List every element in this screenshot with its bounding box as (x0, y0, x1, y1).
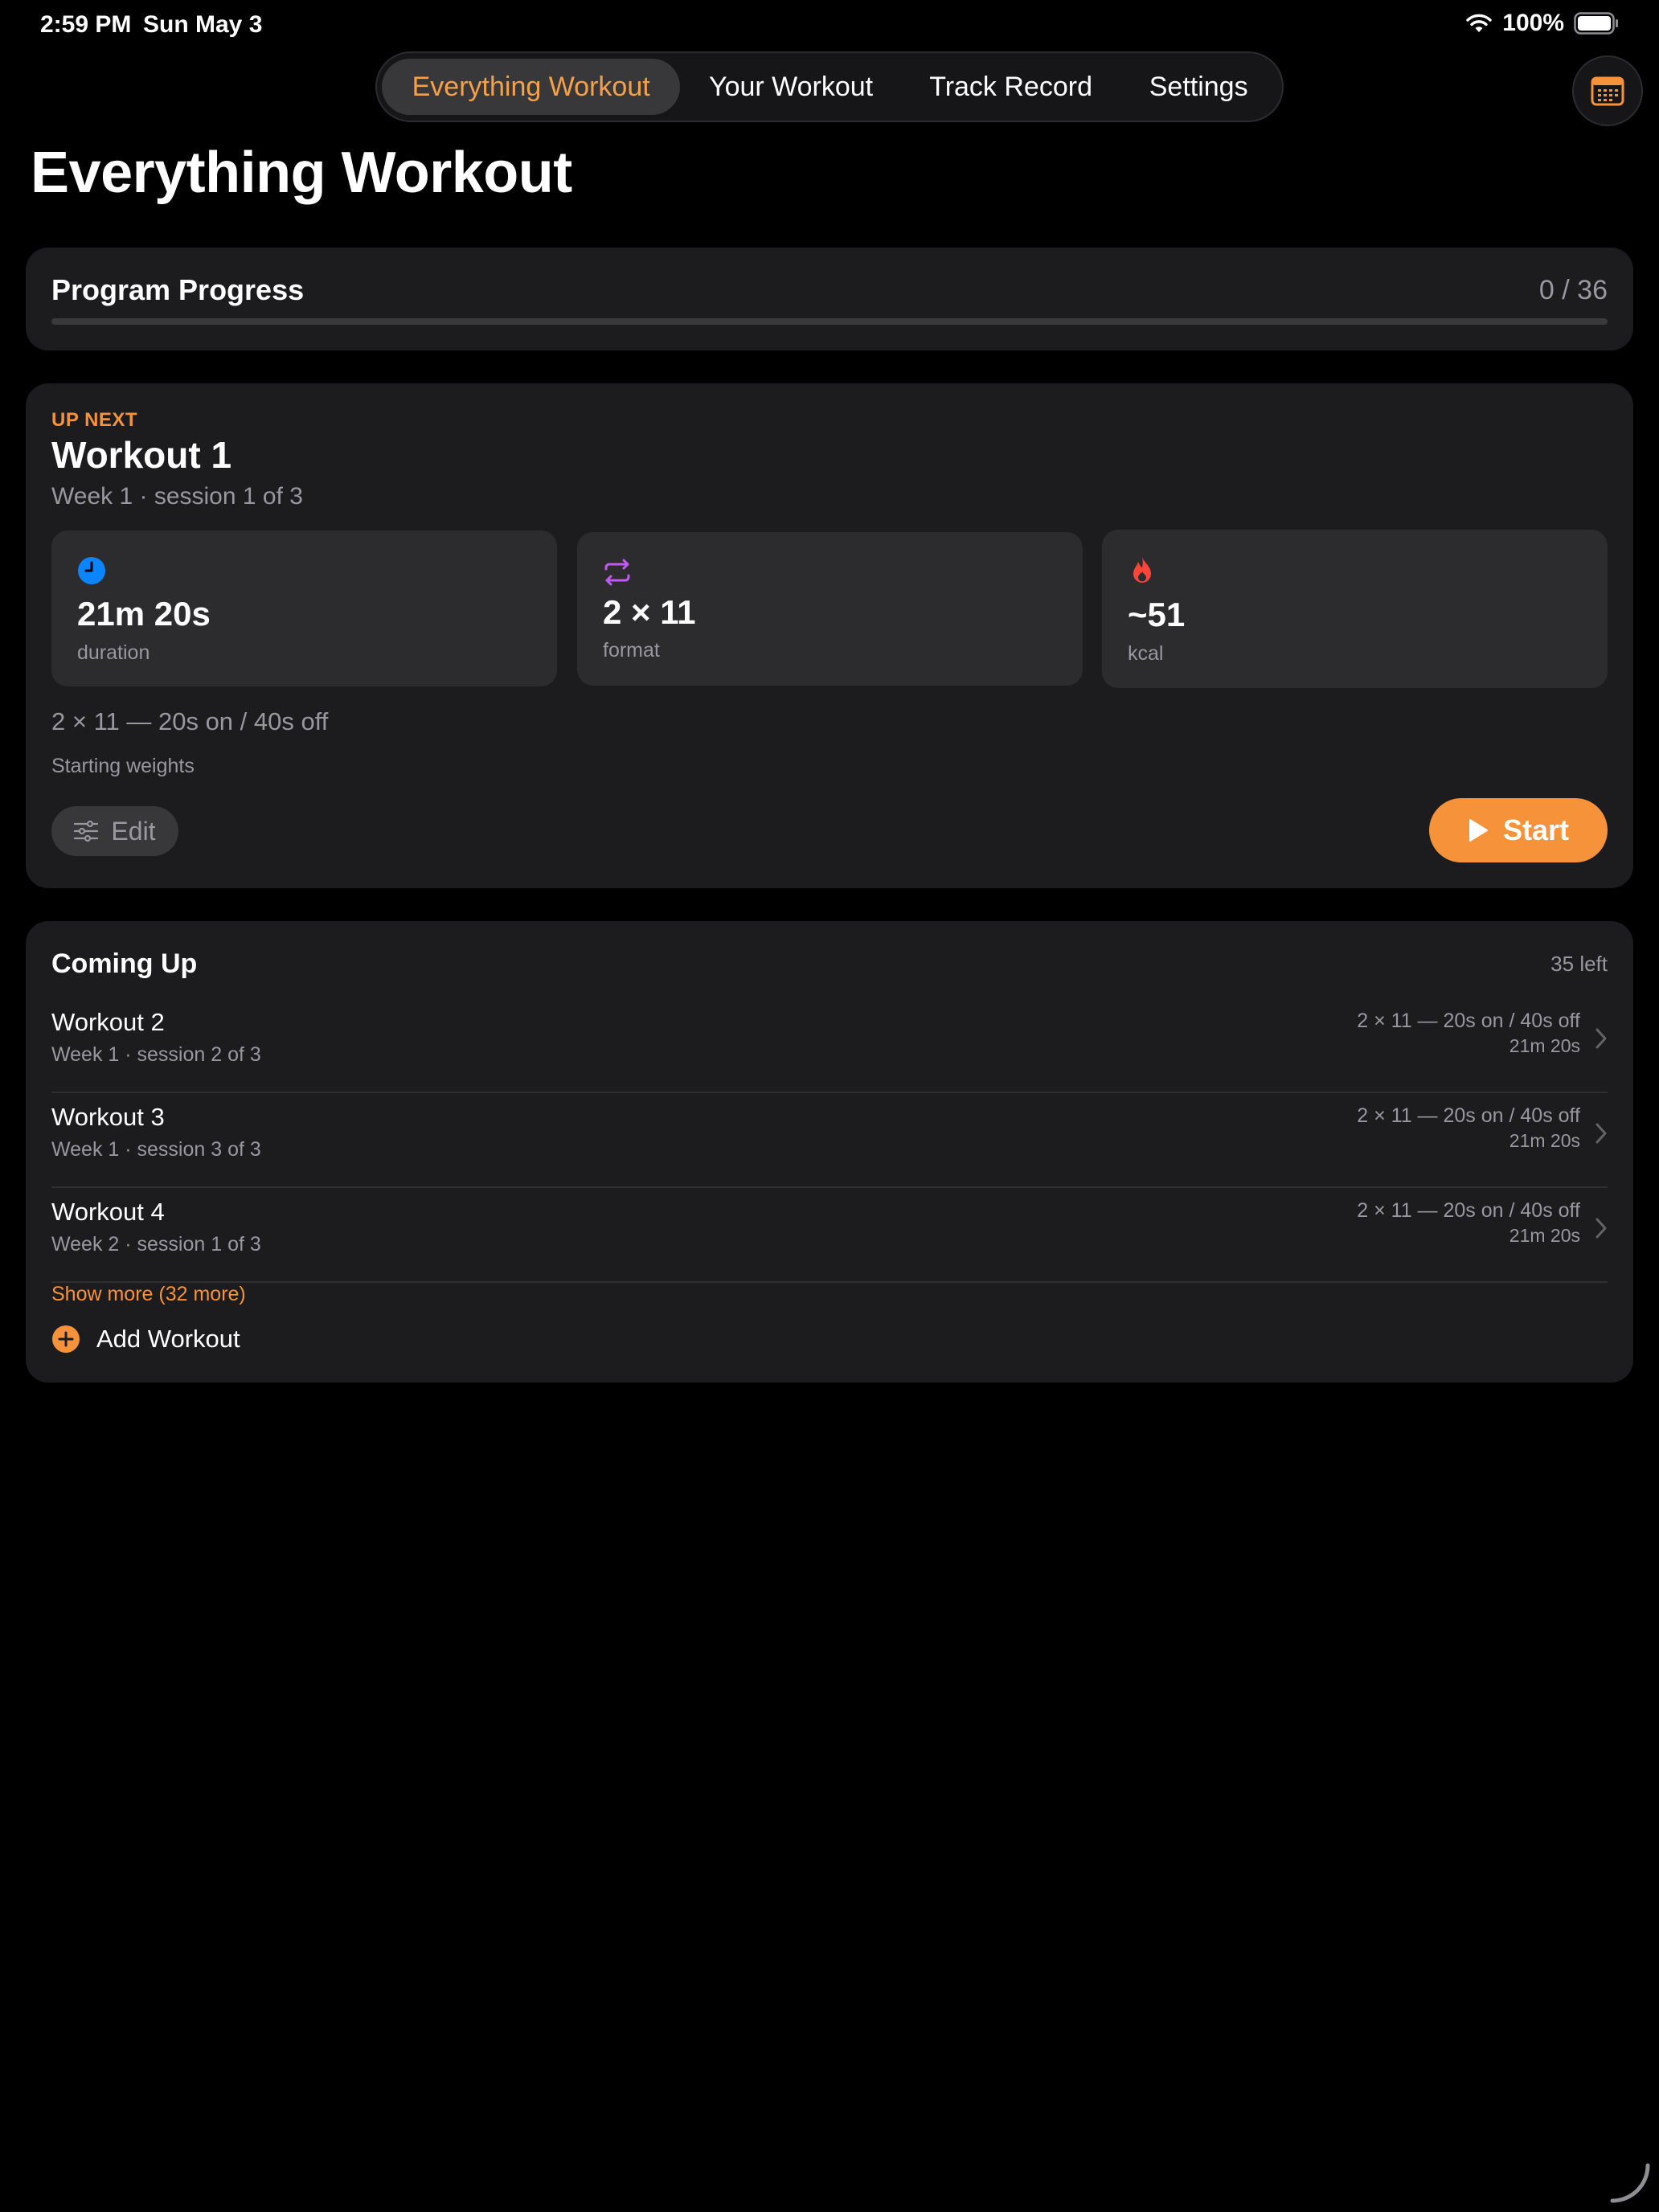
add-workout-button[interactable]: Add Workout (51, 1325, 240, 1354)
calendar-button[interactable] (1572, 55, 1643, 126)
kcal-stat-card: ~51 kcal (1102, 530, 1608, 688)
tab-everything-workout[interactable]: Everything Workout (382, 59, 681, 115)
calendar-icon (1591, 76, 1624, 106)
up-next-card: UP NEXT Workout 1 Week 1 · session 1 of … (26, 383, 1633, 888)
starting-weights-text: Starting weights (51, 755, 195, 777)
progress-bar (51, 318, 1608, 325)
battery-icon (1574, 12, 1618, 35)
add-workout-label: Add Workout (96, 1325, 240, 1353)
sliders-icon (74, 821, 99, 842)
up-next-subtitle: Week 1 · session 1 of 3 (51, 483, 303, 510)
row-divider (51, 1281, 1608, 1283)
start-button-label: Start (1502, 813, 1570, 846)
coming-up-card: Coming Up 35 left Workout 2 Week 1 · ses… (26, 921, 1633, 1382)
chevron-right-icon (1596, 1123, 1607, 1144)
workout-duration: 21m 20s (1509, 1130, 1580, 1151)
workout-session: Week 2 · session 1 of 3 (51, 1233, 261, 1256)
chevron-right-icon (1596, 1028, 1607, 1049)
clock-icon (78, 557, 105, 584)
format-label: format (603, 639, 660, 662)
status-right: 100% (1465, 10, 1619, 37)
status-date: Sun May 3 (143, 11, 263, 38)
workout-duration: 21m 20s (1509, 1225, 1580, 1246)
duration-stat-card: 21m 20s duration (51, 530, 557, 686)
resize-handle-icon (1610, 2163, 1650, 2203)
workout-name: Workout 4 (51, 1198, 165, 1226)
coming-up-remaining: 35 left (1550, 952, 1608, 976)
kcal-label: kcal (1128, 642, 1164, 665)
workout-session: Week 1 · session 3 of 3 (51, 1138, 261, 1161)
workout-name: Workout 2 (51, 1008, 165, 1036)
workout-format: 2 × 11 — 20s on / 40s off (1357, 1104, 1580, 1127)
program-progress-card: Program Progress 0 / 36 (26, 248, 1633, 350)
workout-session: Week 1 · session 2 of 3 (51, 1043, 261, 1066)
battery-percent: 100% (1502, 10, 1564, 36)
status-bar: 2:59 PM Sun May 3 100% (0, 0, 1659, 51)
format-value: 2 × 11 (603, 593, 696, 631)
play-icon (1469, 819, 1488, 842)
status-time: 2:59 PM (40, 11, 132, 38)
coming-up-title: Coming Up (51, 948, 198, 979)
tab-settings[interactable]: Settings (1120, 59, 1277, 115)
coming-up-row[interactable]: Workout 3 Week 1 · session 3 of 3 2 × 11… (51, 1093, 1608, 1188)
flame-icon (1133, 557, 1151, 583)
progress-label: Program Progress (51, 273, 305, 306)
wifi-icon (1466, 14, 1492, 32)
kcal-value: ~51 (1128, 596, 1186, 633)
workout-format: 2 × 11 — 20s on / 40s off (1357, 1199, 1580, 1222)
up-next-format: 2 × 11 — 20s on / 40s off (51, 707, 329, 735)
up-next-kicker: UP NEXT (51, 409, 138, 431)
up-next-title: Workout 1 (51, 434, 232, 476)
duration-value: 21m 20s (77, 595, 211, 633)
plus-circle-icon (52, 1325, 80, 1353)
workout-name: Workout 3 (51, 1103, 165, 1131)
coming-up-row[interactable]: Workout 4 Week 2 · session 1 of 3 2 × 11… (51, 1188, 1608, 1283)
format-stat-card: 2 × 11 format (577, 532, 1083, 686)
show-more-link[interactable]: Show more (32 more) (51, 1283, 246, 1306)
workout-format: 2 × 11 — 20s on / 40s off (1357, 1010, 1580, 1032)
top-tab-bar: Everything Workout Your Workout Track Re… (375, 51, 1284, 122)
tab-your-workout[interactable]: Your Workout (680, 59, 902, 115)
progress-count: 0 / 36 (1538, 275, 1608, 305)
tab-track-record[interactable]: Track Record (902, 59, 1120, 115)
chevron-right-icon (1596, 1218, 1607, 1239)
start-button[interactable]: Start (1429, 798, 1608, 862)
coming-up-row[interactable]: Workout 2 Week 1 · session 2 of 3 2 × 11… (51, 998, 1608, 1093)
page-title: Everything Workout (31, 141, 572, 205)
edit-button[interactable]: Edit (51, 806, 178, 856)
edit-button-label: Edit (111, 816, 156, 846)
duration-label: duration (77, 641, 150, 664)
app-root: 2:59 PM Sun May 3 100% Everything Workou… (0, 0, 1659, 2212)
workout-duration: 21m 20s (1509, 1035, 1580, 1056)
repeat-icon (604, 559, 630, 586)
